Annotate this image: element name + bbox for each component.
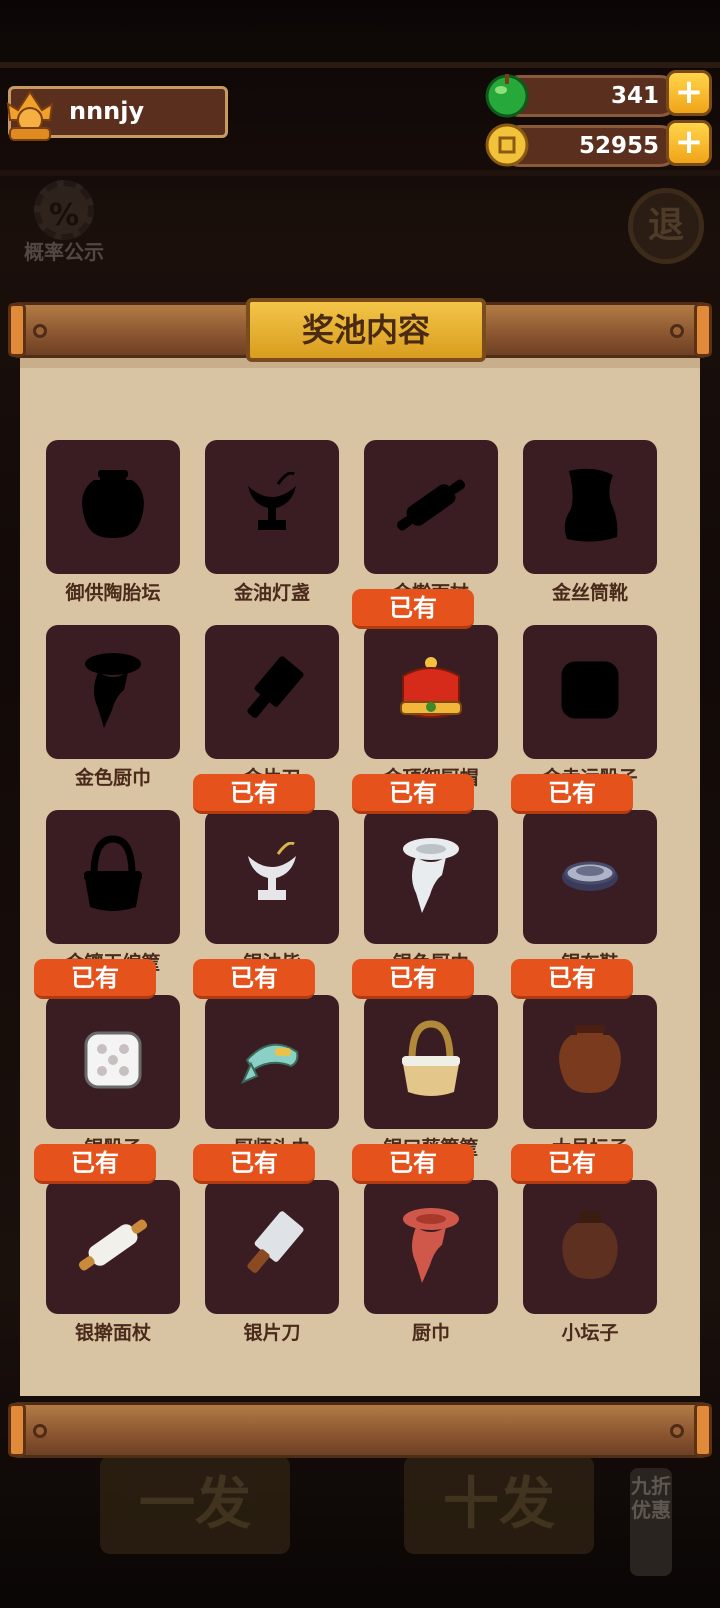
rolling-pin-icon: [69, 1210, 157, 1284]
basket-icon: [78, 835, 148, 919]
owned-badge: 已有: [511, 774, 633, 814]
owned-badge: 已有: [511, 959, 633, 999]
item-tile[interactable]: [46, 995, 180, 1129]
oil-lamp-icon: [244, 841, 300, 912]
small-pot-icon: [555, 1207, 625, 1287]
scarf-icon: [78, 650, 148, 734]
scarf-icon: [396, 1205, 466, 1289]
add-coin-button[interactable]: +: [666, 120, 712, 166]
prize-item[interactable]: 已有小坛子: [511, 1144, 657, 1370]
item-tile[interactable]: [205, 810, 339, 944]
chef-avatar-icon[interactable]: [2, 80, 58, 142]
item-name: 银擀面杖: [74, 1322, 151, 1344]
bandana-icon: [237, 1030, 307, 1094]
owned-badge: 已有: [352, 1144, 474, 1184]
prize-item[interactable]: 金丝筒靴: [523, 440, 657, 630]
prize-item[interactable]: 御供陶胎坛: [46, 440, 180, 630]
prize-item[interactable]: 金油灯盏: [205, 440, 339, 630]
owned-badge: 已有: [34, 1144, 156, 1184]
owned-badge: 已有: [193, 1144, 315, 1184]
divider: [0, 62, 720, 68]
item-name: 小坛子: [561, 1322, 619, 1344]
rod-cap: [8, 303, 26, 357]
item-name: 金丝筒靴: [551, 582, 628, 604]
owned-badge: 已有: [352, 959, 474, 999]
rod-cap: [8, 1403, 26, 1457]
item-tile[interactable]: [523, 1180, 657, 1314]
percent-gear-icon: %: [34, 180, 94, 240]
oil-lamp-icon: [244, 471, 300, 542]
shoe-icon: [557, 851, 623, 903]
player-name: nnnjy: [69, 97, 145, 125]
single-draw-button: 一发: [100, 1456, 290, 1554]
item-name: 御供陶胎坛: [65, 582, 161, 604]
owned-badge: 已有: [193, 959, 315, 999]
item-name: 银片刀: [243, 1322, 301, 1344]
probability-button: % 概率公示: [14, 180, 114, 270]
owned-badge: 已有: [34, 959, 156, 999]
item-tile[interactable]: [46, 625, 180, 759]
jade-icon: [485, 74, 529, 118]
cleaver-icon: [235, 653, 309, 731]
item-tile[interactable]: [205, 1180, 339, 1314]
item-tile[interactable]: [364, 440, 498, 574]
probability-label: 概率公示: [24, 240, 104, 264]
prize-item[interactable]: 金色厨巾: [46, 625, 180, 815]
item-tile[interactable]: [364, 995, 498, 1129]
divider: [0, 170, 720, 176]
item-name: 厨巾: [411, 1322, 450, 1344]
jade-value: 341: [610, 83, 659, 109]
pot-icon: [547, 1017, 633, 1107]
item-tile[interactable]: [364, 1180, 498, 1314]
rolling-pin-icon: [387, 470, 475, 544]
rod-nail: [33, 324, 47, 338]
cleaver-icon: [235, 1208, 309, 1286]
discount-tag: 九折优惠: [630, 1468, 672, 1576]
basket-icon: [396, 1020, 466, 1104]
item-tile[interactable]: [523, 810, 657, 944]
item-tile[interactable]: [46, 810, 180, 944]
panel-title: 奖池内容: [246, 298, 486, 362]
exit-button: 退: [628, 188, 704, 264]
owned-badge: 已有: [352, 589, 474, 629]
item-tile[interactable]: [205, 625, 339, 759]
coin-value: 52955: [578, 133, 659, 159]
coin-icon: [485, 123, 529, 167]
item-tile[interactable]: [364, 625, 498, 759]
dice-icon: [80, 1027, 146, 1097]
chef-hat-icon: [395, 654, 467, 730]
item-tile[interactable]: [46, 440, 180, 574]
prize-item[interactable]: 已有银片刀: [193, 1144, 339, 1370]
item-tile[interactable]: [205, 995, 339, 1129]
scarf-icon: [396, 835, 466, 919]
item-tile[interactable]: [364, 810, 498, 944]
rod-nail: [670, 1424, 684, 1438]
owned-badge: 已有: [352, 774, 474, 814]
owned-badge: 已有: [511, 1144, 633, 1184]
bottom-scroll-rod[interactable]: [10, 1402, 710, 1458]
rod-nail: [33, 1424, 47, 1438]
rod-cap: [694, 303, 712, 357]
item-tile[interactable]: [523, 440, 657, 574]
add-jade-button[interactable]: +: [666, 70, 712, 116]
item-tile[interactable]: [46, 1180, 180, 1314]
pot-icon: [70, 462, 156, 552]
prize-item[interactable]: 已有银擀面杖: [34, 1144, 180, 1370]
rod-cap: [694, 1403, 712, 1457]
item-tile[interactable]: [523, 995, 657, 1129]
dice-icon: [557, 657, 623, 727]
item-tile[interactable]: [205, 440, 339, 574]
item-tile[interactable]: [523, 625, 657, 759]
ten-draw-button: 十发: [404, 1456, 594, 1554]
owned-badge: 已有: [193, 774, 315, 814]
item-name: 金油灯盏: [233, 582, 310, 604]
boot-icon: [555, 465, 625, 549]
prize-item[interactable]: 已有厨巾: [352, 1144, 498, 1370]
item-name: 金色厨巾: [74, 767, 151, 789]
rod-nail: [670, 324, 684, 338]
